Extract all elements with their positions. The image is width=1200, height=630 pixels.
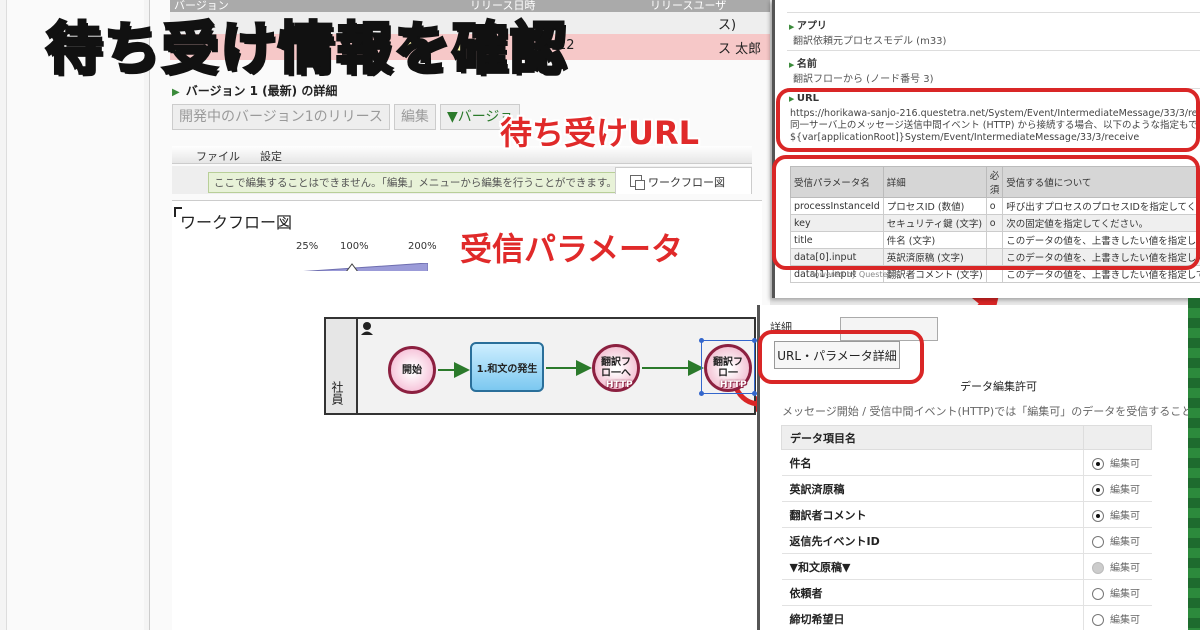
wait-url-label: 待ち受けURL [500, 114, 700, 152]
table-row: 翻訳者コメント 編集可 [781, 501, 1152, 528]
powered-by: Powered by Questetra [810, 270, 899, 279]
table-row: 件名 編集可 [781, 449, 1152, 476]
radio-editable[interactable] [1092, 510, 1104, 522]
selection-box [699, 338, 757, 396]
table-row: 締切希望日 編集可 [781, 605, 1152, 630]
radio-editable[interactable] [1092, 458, 1104, 470]
banner-title: 待ち受け情報を確認 [45, 16, 568, 84]
http-badge: HTTP [606, 380, 633, 390]
button-callout-frame [758, 330, 924, 384]
radio-editable[interactable] [1092, 588, 1104, 600]
radio-editable[interactable] [1092, 536, 1104, 548]
radio-editable [1092, 562, 1104, 574]
desktop-edge [1188, 298, 1200, 630]
app-value: 翻訳依頼元プロセスモデル (m33) [793, 36, 947, 47]
radio-editable[interactable] [1092, 484, 1104, 496]
permission-title: データ編集許可 [960, 380, 1037, 393]
task-node[interactable]: 1.和文の発生 [470, 342, 544, 392]
permission-note: メッセージ開始 / 受信中間イベント(HTTP)では「編集可」のデータを受信する… [782, 405, 1200, 418]
table-row: 依頼者 編集可 [781, 579, 1152, 606]
params-callout-frame [772, 155, 1200, 270]
table-row: 英訳済原稿 編集可 [781, 475, 1152, 502]
permission-table: データ項目名 件名 編集可 英訳済原稿 編集可 翻訳者コメント 編集可 返信先イベント… [781, 425, 1152, 630]
name-value: 翻訳フローから (ノード番号 3) [793, 74, 934, 85]
table-row: ▼和文原稿▼ 編集可 [781, 553, 1152, 580]
app-header: アプリ [789, 17, 827, 32]
table-row: 返信先イベントID 編集可 [781, 527, 1152, 554]
recv-params-label: 受信パラメータ [460, 230, 684, 268]
radio-editable[interactable] [1092, 614, 1104, 626]
start-event[interactable]: 開始 [388, 346, 436, 394]
url-callout-frame [776, 88, 1200, 152]
name-header: 名前 [789, 55, 817, 70]
